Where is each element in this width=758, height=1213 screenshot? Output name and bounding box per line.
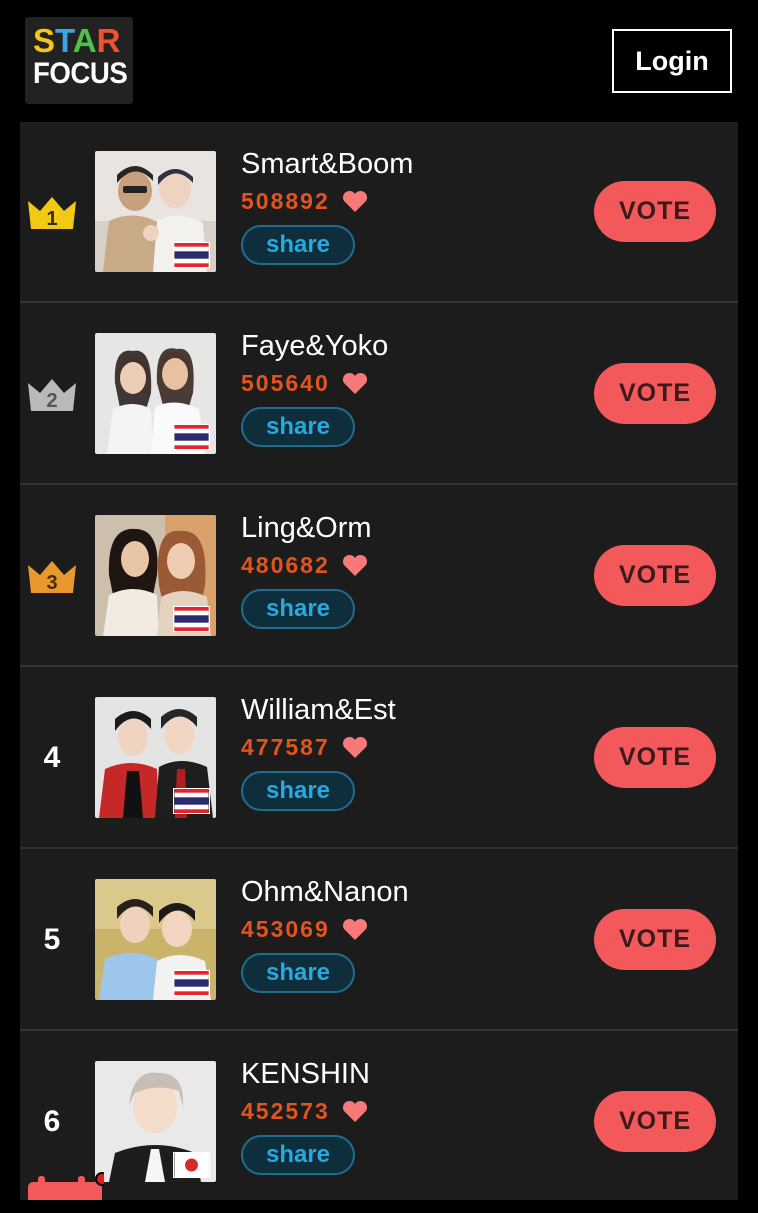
- artist-name: Ling&Orm: [241, 512, 372, 544]
- crown-rank-number: 2: [46, 390, 57, 412]
- thailand-flag-icon: [173, 606, 210, 632]
- vote-count: 452573: [241, 1098, 368, 1125]
- ranking-row: 1 Smart&Boom 508892 share VOTE: [20, 122, 738, 303]
- artist-name: William&Est: [241, 694, 396, 726]
- share-button[interactable]: share: [241, 407, 355, 447]
- share-button[interactable]: share: [241, 953, 355, 993]
- logo-star-text: STAR: [33, 22, 133, 59]
- vote-count-value: 480682: [241, 552, 330, 578]
- crown-silver-icon: 2: [28, 379, 76, 412]
- crown-rank-number: 1: [46, 208, 57, 230]
- artist-photo[interactable]: [95, 879, 216, 1000]
- ranking-list: 1 Smart&Boom 508892 share VOTE 2 Faye&Yo…: [20, 122, 738, 1200]
- vote-count: 505640: [241, 370, 368, 397]
- vote-count: 477587: [241, 734, 368, 761]
- logo-letter-t: T: [55, 22, 73, 59]
- heart-icon: [342, 736, 367, 758]
- artist-photo[interactable]: [95, 515, 216, 636]
- share-button[interactable]: share: [241, 1135, 355, 1175]
- heart-icon: [342, 1100, 367, 1122]
- heart-icon: [342, 918, 367, 940]
- artist-photo[interactable]: [95, 697, 216, 818]
- logo-letter-s: S: [33, 22, 56, 59]
- vote-count-value: 452573: [241, 1098, 330, 1124]
- login-button[interactable]: Login: [612, 29, 732, 93]
- calendar-icon[interactable]: [28, 1172, 104, 1200]
- logo-letter-r: R: [96, 22, 121, 59]
- vote-button[interactable]: VOTE: [594, 1091, 716, 1152]
- vote-button[interactable]: VOTE: [594, 181, 716, 242]
- logo-focus-text: FOCUS: [33, 57, 128, 90]
- vote-count-value: 505640: [241, 370, 330, 396]
- ranking-row: 2 Faye&Yoko 505640 share VOTE: [20, 304, 738, 485]
- ranking-row: 6 KENSHIN 452573 share VOTE: [20, 1032, 738, 1213]
- artist-name: Faye&Yoko: [241, 330, 389, 362]
- vote-button[interactable]: VOTE: [594, 363, 716, 424]
- vote-count-value: 453069: [241, 916, 330, 942]
- thailand-flag-icon: [173, 424, 210, 450]
- heart-icon: [342, 554, 367, 576]
- share-button[interactable]: share: [241, 771, 355, 811]
- crown-rank-number: 3: [46, 572, 57, 594]
- vote-button[interactable]: VOTE: [594, 909, 716, 970]
- star-focus-logo[interactable]: STAR FOCUS: [25, 17, 133, 104]
- vote-count: 453069: [241, 916, 368, 943]
- vote-count: 480682: [241, 552, 368, 579]
- rank-number: 6: [43, 1105, 61, 1138]
- artist-photo[interactable]: [95, 333, 216, 454]
- artist-photo[interactable]: [95, 1061, 216, 1182]
- ranking-row: 4 William&Est 477587 share VOTE: [20, 668, 738, 849]
- vote-count-value: 508892: [241, 188, 330, 214]
- artist-name: KENSHIN: [241, 1058, 370, 1090]
- heart-icon: [342, 372, 367, 394]
- crown-gold-icon: 1: [28, 197, 76, 230]
- crown-bronze-icon: 3: [28, 561, 76, 594]
- ranking-row: 3 Ling&Orm 480682 share VOTE: [20, 486, 738, 667]
- artist-name: Smart&Boom: [241, 148, 414, 180]
- rank-number: 4: [43, 741, 61, 774]
- share-button[interactable]: share: [241, 589, 355, 629]
- ranking-row: 5 Ohm&Nanon 453069 share VOTE: [20, 850, 738, 1031]
- vote-button[interactable]: VOTE: [594, 727, 716, 788]
- logo-letter-a: A: [72, 22, 97, 59]
- artist-photo[interactable]: [95, 151, 216, 272]
- header: STAR FOCUS Login: [0, 0, 758, 122]
- japan-flag-icon: [173, 1152, 210, 1178]
- thailand-flag-icon: [173, 970, 210, 996]
- artist-name: Ohm&Nanon: [241, 876, 409, 908]
- thailand-flag-icon: [173, 788, 210, 814]
- rank-number: 5: [43, 923, 61, 956]
- vote-count: 508892: [241, 188, 368, 215]
- vote-count-value: 477587: [241, 734, 330, 760]
- vote-button[interactable]: VOTE: [594, 545, 716, 606]
- thailand-flag-icon: [173, 242, 210, 268]
- share-button[interactable]: share: [241, 225, 355, 265]
- heart-icon: [342, 190, 367, 212]
